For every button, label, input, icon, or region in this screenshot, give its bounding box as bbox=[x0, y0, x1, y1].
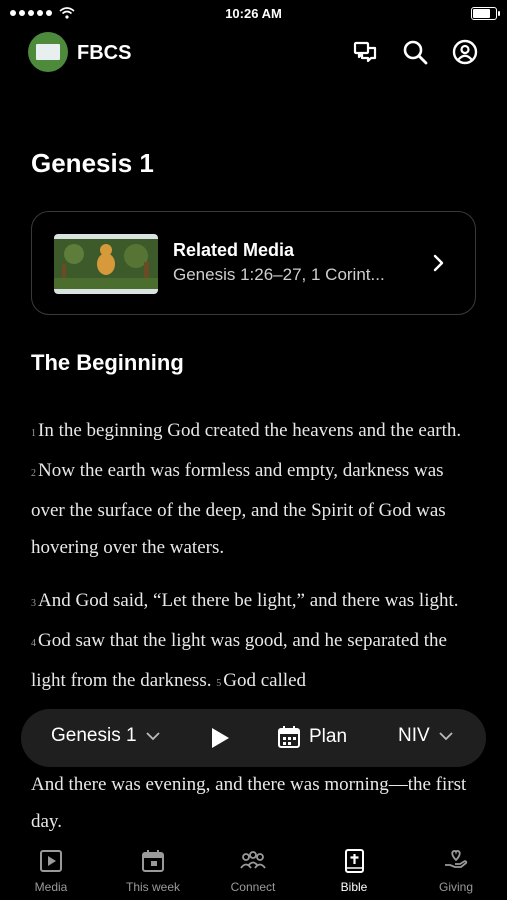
plan-label: Plan bbox=[309, 726, 348, 747]
verse-text: Now the earth was formless and empty, da… bbox=[31, 460, 446, 558]
calendar-icon bbox=[142, 850, 164, 872]
plan-button[interactable]: Plan bbox=[277, 725, 347, 749]
app-header: FBCS bbox=[28, 32, 479, 72]
media-thumbnail bbox=[54, 234, 158, 294]
tab-giving[interactable]: Giving bbox=[416, 848, 496, 894]
translation-selector[interactable]: NIV bbox=[398, 725, 454, 747]
church-logo[interactable] bbox=[28, 32, 68, 72]
verse-number: 1 bbox=[31, 428, 36, 439]
tab-bible[interactable]: Bible bbox=[314, 848, 394, 894]
tab-media[interactable]: Media bbox=[11, 848, 91, 894]
section-heading: The Beginning bbox=[31, 350, 184, 375]
calendar-icon bbox=[278, 726, 300, 748]
chat-icon[interactable] bbox=[351, 38, 379, 66]
status-time: 10:26 AM bbox=[225, 6, 282, 21]
play-button[interactable] bbox=[209, 726, 231, 750]
status-bar: 10:26 AM bbox=[0, 0, 507, 28]
profile-icon[interactable] bbox=[451, 38, 479, 66]
chevron-down-icon bbox=[145, 732, 160, 741]
paragraph: 1 In the beginning God created the heaven… bbox=[31, 412, 481, 566]
play-square-icon bbox=[40, 850, 62, 872]
verse-text: In the beginning God created the heavens… bbox=[38, 420, 462, 441]
verse-number: 5 bbox=[216, 678, 222, 689]
tab-label: Giving bbox=[438, 880, 473, 894]
tab-label: This week bbox=[125, 880, 181, 894]
search-icon[interactable] bbox=[401, 38, 429, 66]
battery-icon bbox=[471, 7, 500, 20]
giving-hand-icon bbox=[445, 850, 468, 868]
chapter-selector-label: Genesis 1 bbox=[51, 725, 137, 746]
verse-number: 4 bbox=[31, 638, 36, 649]
related-media-card[interactable]: Related Media Genesis 1:26–27, 1 Corint.… bbox=[31, 211, 476, 315]
verse-text: And God said, “Let there be light,” and … bbox=[38, 590, 459, 611]
related-media-title: Related Media bbox=[173, 240, 295, 260]
audio-player-bar: Genesis 1 Plan NIV bbox=[21, 709, 486, 767]
verse-text: God called bbox=[223, 670, 307, 691]
people-icon bbox=[240, 851, 266, 869]
continued-text: And there was evening, and there was mor… bbox=[31, 774, 467, 832]
tab-this-week[interactable]: This week bbox=[113, 848, 193, 894]
chevron-down-icon bbox=[439, 732, 453, 741]
play-icon bbox=[212, 728, 229, 748]
tab-label: Bible bbox=[340, 880, 368, 894]
chapter-selector[interactable]: Genesis 1 bbox=[51, 725, 161, 747]
related-media-subtitle: Genesis 1:26–27, 1 Corint... bbox=[173, 265, 385, 284]
tab-connect[interactable]: Connect bbox=[213, 848, 293, 894]
scripture-text: 1 In the beginning God created the heaven… bbox=[31, 412, 481, 832]
verse-number: 2 bbox=[31, 468, 36, 479]
tab-label: Connect bbox=[230, 880, 276, 894]
tab-label: Media bbox=[34, 880, 68, 894]
bible-icon bbox=[345, 849, 364, 873]
chapter-title: Genesis 1 bbox=[31, 148, 154, 178]
chevron-right-icon bbox=[433, 254, 444, 272]
verse-number: 3 bbox=[31, 598, 36, 609]
paragraph: 3 And God said, “Let there be light,” and… bbox=[31, 582, 481, 702]
tab-bar: Media This week Connect Bible Giving bbox=[0, 842, 507, 900]
translation-label: NIV bbox=[398, 725, 430, 746]
brand-name: FBCS bbox=[77, 42, 132, 64]
